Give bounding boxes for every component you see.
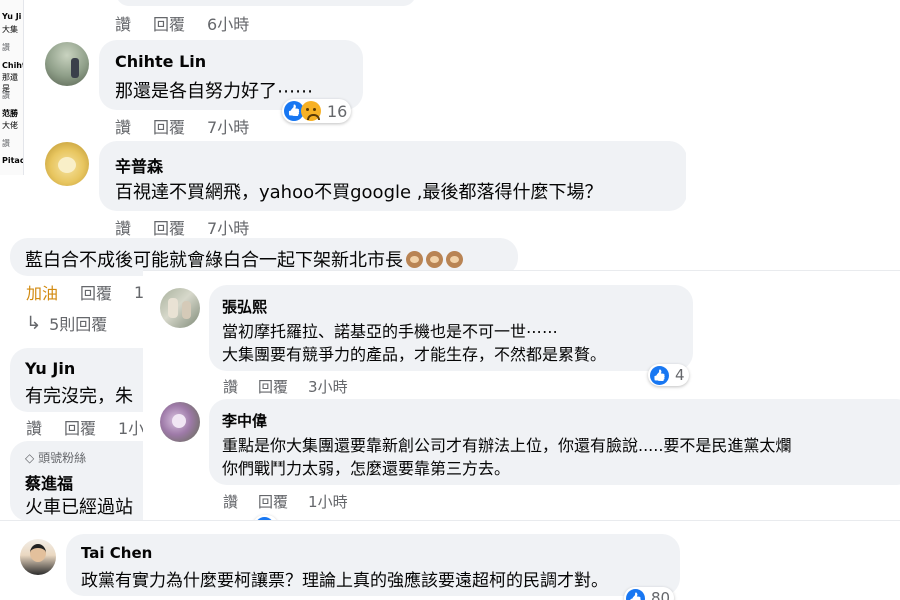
reaction-summary[interactable]: 4 [648,364,689,386]
avatar-li-zhong-wei[interactable] [160,402,200,442]
comment-actions: 讚 回覆 3小時 [223,376,348,397]
strip-text: Yu Ji [2,12,22,21]
top-fan-badge: ◇ 頭號粉絲 [25,451,87,465]
like-link[interactable]: 讚 [115,215,131,239]
comment-text: 大集團要有競爭力的產品，才能生存，不然都是累贅。 [222,345,607,364]
comment-card-right: 張弘熙 當初摩托羅拉、諾基亞的手機也是不可一世⋯⋯ 大集團要有競爭力的產品，才能… [143,270,900,520]
sad-reaction-icon [301,101,321,121]
reaction-count: 4 [675,366,685,384]
comment-time[interactable]: 7小時 [207,114,249,138]
avatar-xin-pu-sen[interactable] [45,142,89,186]
commenter-name[interactable]: 張弘熙 [222,296,267,317]
see-no-evil-monkey-icon [426,251,443,268]
commenter-name[interactable]: Chihte Lin [115,52,206,71]
commenter-name[interactable]: 蔡進福 [25,470,73,494]
comment-text: 火車已經過站 [25,497,133,518]
see-no-evil-monkey-icon [406,251,423,268]
like-link[interactable]: 讚 [115,114,131,138]
comment-text: 百視達不買網飛，yahoo不買google ,最後都落得什麼下場？ [115,182,603,203]
avatar-face [58,157,76,173]
reply-link[interactable]: 回覆 [153,114,185,138]
comment-text: 藍白合不成後可能就會綠白合一起下架新北市長 [25,246,463,272]
strip-text: Pitao [2,156,24,165]
comment-text: 政黨有實力為什麼要柯讓票？理論上真的強應該要遠超柯的民調才對。 [81,571,608,591]
comment-actions: 讚 回覆 7小時 [115,114,249,138]
reply-link[interactable]: 回覆 [258,376,288,397]
reaction-summary[interactable]: 16 [282,99,352,123]
reply-link[interactable]: 回覆 [80,280,112,304]
commenter-name[interactable]: Yu Jin [25,359,75,378]
reaction-count: 16 [327,101,348,121]
comment-bubble-li-zhong-wei: 李中偉 重點是你大集團還要靠新創公司才有辦法上位，你還有臉說.....要不是民進… [209,399,900,485]
avatar-chihte-lin[interactable] [45,42,89,86]
like-link[interactable]: 讚 [223,376,238,397]
like-link[interactable]: 讚 [26,415,42,439]
like-reaction-icon [650,365,669,385]
comment-time[interactable]: 3小時 [308,376,348,397]
comment-card-left: 加油 回覆 1 ↳ 5則回覆 Yu Jin 有完沒完，朱 讚 回覆 1小 ◇ 頭… [0,245,150,520]
reply-link[interactable]: 回覆 [64,415,96,439]
comment-card-top: 讚 回覆 6小時 Chihte Lin 那還是各自努力好了⋯⋯ 16 讚 回覆 … [26,0,686,245]
avatar-figure [168,298,178,318]
cheer-link[interactable]: 加油 [26,280,58,304]
avatar-figure [71,58,79,78]
previous-comment-bubble-tail [116,0,416,6]
avatar-zhang-hong-xi[interactable] [160,288,200,328]
reaction-summary[interactable]: 80 [624,587,675,600]
avatar-face [30,544,46,562]
comment-text: 有完沒完，朱 [25,386,133,407]
comment-actions: 讚 回覆 1小時 [223,491,348,512]
comment-text: 那還是各自努力好了⋯⋯ [115,81,313,102]
comment-bubble-cai-jin-fu: ◇ 頭號粉絲 蔡進福 火車已經過站 [10,441,150,520]
narrow-comment-strip: Yu Ji 大集 讚 Chiht 那還是 讚 范勝 大佬 讚 Pitao [0,0,24,175]
comment-bubble-tai-chen: Tai Chen 政黨有實力為什麼要柯讓票？理論上真的強應該要遠超柯的民調才對。 [66,534,680,596]
comment-actions: 讚 回覆 1小 [26,415,144,439]
reply-link[interactable]: 回覆 [153,11,185,35]
reply-arrow-icon: ↳ [26,312,42,334]
comment-time[interactable]: 6小時 [207,11,249,35]
reply-link[interactable]: 回覆 [153,215,185,239]
comment-actions: 讚 回覆 7小時 [115,215,249,239]
avatar-tai-chen[interactable] [20,539,56,575]
view-replies-link[interactable]: ↳ 5則回覆 [26,311,107,335]
comment-text: 當初摩托羅拉、諾基亞的手機也是不可一世⋯⋯ [222,322,559,341]
strip-text: 大佬 [2,121,18,130]
comment-card-bottom: Tai Chen 政黨有實力為什麼要柯讓票？理論上真的強應該要遠超柯的民調才對。… [0,520,900,600]
like-link[interactable]: 讚 [223,491,238,512]
like-reaction-icon [626,588,645,600]
comment-bubble-xin-pu-sen: 辛普森 百視達不買網飛，yahoo不買google ,最後都落得什麼下場？ [99,141,686,211]
see-no-evil-monkey-icon [446,251,463,268]
strip-text: 讚 [2,43,10,52]
comment-bubble-zhang-hong-xi: 張弘熙 當初摩托羅拉、諾基亞的手機也是不可一世⋯⋯ 大集團要有競爭力的產品，才能… [209,285,693,371]
comment-time[interactable]: 1小 [118,415,144,439]
strip-text: 讚 [2,139,10,148]
diamond-icon: ◇ [25,451,35,465]
avatar-flower [172,414,186,428]
strip-text: 范勝 [2,109,18,118]
strip-text: 讚 [2,91,10,100]
avatar-figure [182,301,191,319]
commenter-name[interactable]: Tai Chen [81,544,152,562]
like-link[interactable]: 讚 [115,11,131,35]
commenter-name[interactable]: 辛普森 [115,153,163,177]
commenter-name[interactable]: 李中偉 [222,410,267,431]
comment-time[interactable]: 1小時 [308,491,348,512]
strip-text: Chiht [2,61,24,70]
comment-time[interactable]: 7小時 [207,215,249,239]
comment-actions: 加油 回覆 1 [26,280,144,304]
strip-text: 大集 [2,25,18,34]
comment-bubble-yu-jin: Yu Jin 有完沒完，朱 [10,348,150,412]
reaction-count: 80 [651,589,671,600]
replies-count: 5則回覆 [49,315,108,334]
reply-link[interactable]: 回覆 [258,491,288,512]
previous-comment-actions: 讚 回覆 6小時 [115,11,249,35]
comment-text: 重點是你大集團還要靠新創公司才有辦法上位，你還有臉說.....要不是民進黨太爛 [222,436,792,455]
comment-text: 你們戰鬥力太弱，怎麼還要靠第三方去。 [222,459,511,478]
